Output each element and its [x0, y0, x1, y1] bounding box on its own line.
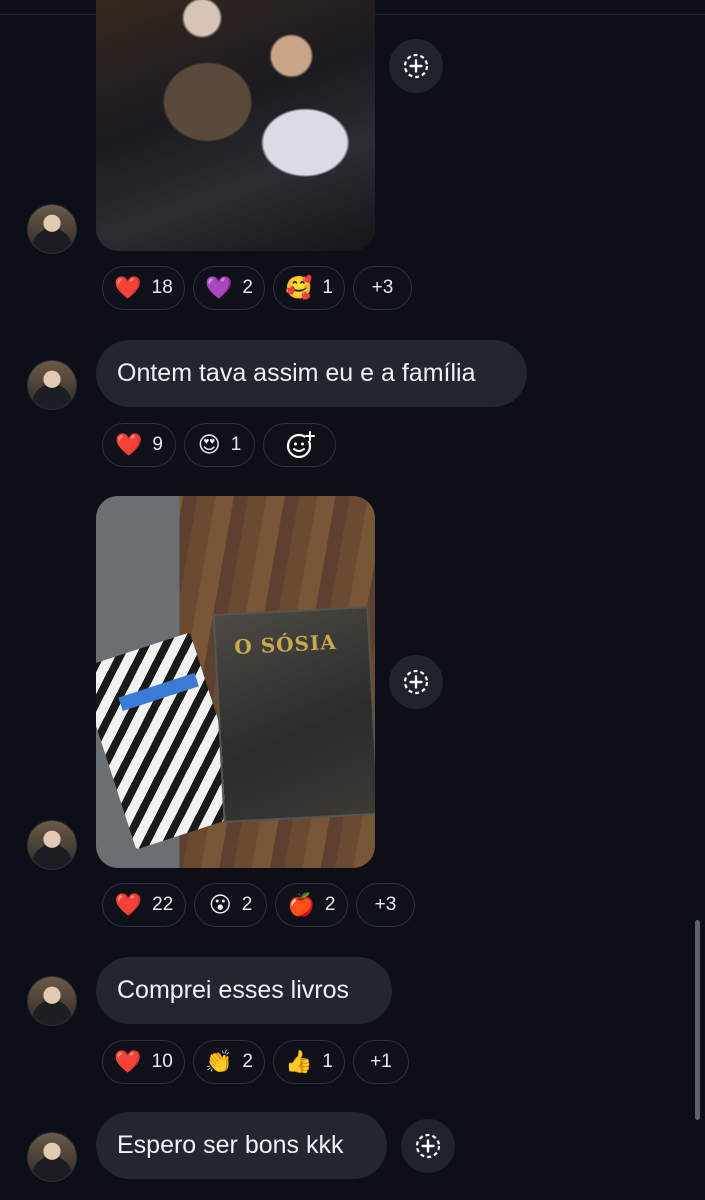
surprised-emoji-icon: 😮	[208, 892, 232, 917]
reaction-chip-apple[interactable]: 🍎 2	[275, 883, 348, 927]
heart-emoji-icon: ❤️	[114, 892, 143, 917]
reaction-count: 2	[241, 894, 253, 915]
reaction-count: 10	[151, 1051, 173, 1072]
reaction-count: 1	[322, 277, 333, 298]
add-reaction-icon	[403, 53, 429, 79]
sender-avatar[interactable]	[27, 820, 77, 870]
reaction-chip-more[interactable]: +3	[356, 883, 415, 927]
sender-avatar[interactable]	[27, 360, 77, 410]
message-bubble[interactable]: Ontem tava assim eu e a família	[96, 340, 527, 407]
purple-heart-emoji-icon: 💜	[205, 275, 233, 300]
reactions-row: ❤️ 22 😮 2 🍎 2 +3	[102, 883, 415, 927]
message-bubble[interactable]: Espero ser bons kkk	[96, 1112, 387, 1179]
message-photo-restaurant[interactable]	[96, 0, 375, 251]
sender-avatar[interactable]	[27, 976, 77, 1026]
reaction-count: 18	[151, 277, 173, 298]
smiling-hearts-emoji-icon: 🥰	[285, 275, 313, 300]
reaction-more-count: +3	[371, 277, 394, 298]
heart-emoji-icon: ❤️	[114, 1049, 142, 1074]
reaction-count: 1	[230, 434, 242, 455]
reaction-chip-heart-eyes[interactable]: 😍 1	[184, 423, 255, 467]
sender-avatar[interactable]	[27, 1132, 77, 1182]
reactions-row: ❤️ 18 💜 2 🥰 1 +3	[102, 266, 412, 310]
reaction-chip-more[interactable]: +1	[353, 1040, 409, 1084]
reaction-chip-heart[interactable]: ❤️ 10	[102, 1040, 185, 1084]
reaction-count: 2	[324, 894, 336, 915]
message-photo-books[interactable]: O SÓSIA	[96, 496, 375, 868]
reaction-chip-heart[interactable]: ❤️ 9	[102, 423, 176, 467]
clapping-hands-emoji-icon: 👏	[205, 1049, 233, 1074]
reaction-chip-thumbs-up[interactable]: 👍 1	[273, 1040, 345, 1084]
reaction-count: 1	[322, 1051, 333, 1072]
add-reaction-icon	[403, 669, 429, 695]
heart-emoji-icon: ❤️	[114, 275, 142, 300]
reaction-count: 9	[152, 434, 163, 455]
reaction-more-count: +1	[370, 1051, 392, 1072]
add-emoji-reaction-button[interactable]	[263, 423, 336, 467]
add-reaction-button[interactable]	[389, 39, 443, 93]
book-title: O SÓSIA	[233, 629, 338, 660]
reaction-chip-more[interactable]: +3	[353, 266, 412, 310]
message-bubble[interactable]: Comprei esses livros	[96, 957, 392, 1024]
reaction-chip-heart[interactable]: ❤️ 22	[102, 883, 186, 927]
apple-emoji-icon: 🍎	[287, 892, 315, 917]
reactions-row: ❤️ 10 👏 2 👍 1 +1	[102, 1040, 409, 1084]
reaction-count: 2	[242, 277, 253, 298]
add-reaction-button[interactable]	[389, 655, 443, 709]
heart-eyes-emoji-icon: 😍	[197, 432, 221, 457]
reaction-chip-heart[interactable]: ❤️ 18	[102, 266, 185, 310]
reaction-count: 2	[242, 1051, 253, 1072]
thumbs-up-emoji-icon: 👍	[285, 1049, 313, 1074]
reactions-row: ❤️ 9 😍 1	[102, 423, 336, 467]
book-sosia: O SÓSIA	[212, 606, 375, 823]
reaction-more-count: +3	[374, 894, 397, 915]
scrollbar-thumb[interactable]	[695, 920, 700, 1120]
reaction-chip-smiling-hearts[interactable]: 🥰 1	[273, 266, 345, 310]
add-emoji-icon	[286, 431, 315, 459]
reaction-chip-surprised[interactable]: 😮 2	[194, 883, 267, 927]
reaction-chip-clap[interactable]: 👏 2	[193, 1040, 265, 1084]
heart-emoji-icon: ❤️	[115, 432, 143, 457]
reaction-chip-purple-heart[interactable]: 💜 2	[193, 266, 265, 310]
reaction-count: 22	[152, 894, 174, 915]
add-reaction-button[interactable]	[401, 1119, 455, 1173]
add-reaction-icon	[415, 1133, 441, 1159]
sender-avatar[interactable]	[27, 204, 77, 254]
